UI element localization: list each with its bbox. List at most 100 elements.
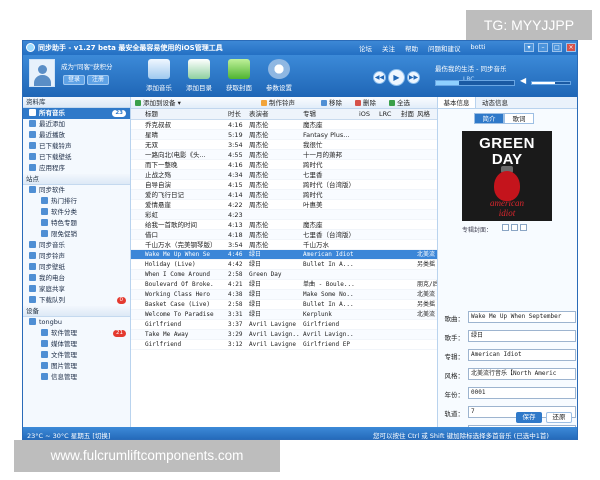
sidebar-item[interactable]: 所有音乐 23: [23, 108, 130, 119]
sidebar-item[interactable]: 同步铃声: [23, 251, 130, 262]
register-button[interactable]: 注册: [87, 75, 110, 85]
info-field-input[interactable]: American Idiot: [468, 349, 576, 361]
table-row[interactable]: Working Class Hero 4:38 绿日 Make Some No... 北…: [131, 290, 437, 300]
cell-artist: 周杰伦: [249, 201, 269, 209]
link-follow[interactable]: 关注: [382, 43, 395, 53]
cover-remove-icon[interactable]: [520, 224, 527, 231]
table-row[interactable]: 给我一首歌的时间 4:13 周杰伦 魔杰座: [131, 220, 437, 230]
sidebar-item[interactable]: 最近添加: [23, 119, 130, 130]
table-row[interactable]: Boulevard Of Broke... 4:21 绿日 单曲 - Boule...…: [131, 280, 437, 290]
table-row[interactable]: 自导自演 4:15 周杰伦 跨时代（台湾版）: [131, 180, 437, 190]
column-header[interactable]: 时长: [228, 109, 248, 120]
info-field-input[interactable]: 0001: [468, 387, 576, 399]
cover-change-icon[interactable]: [511, 224, 518, 231]
sidebar-item[interactable]: 家庭共享: [23, 284, 130, 295]
table-row[interactable]: 爱的飞行日记 4:14 周杰伦 跨时代: [131, 190, 437, 200]
avatar[interactable]: [29, 59, 55, 87]
table-row[interactable]: 借口 4:18 周杰伦 七里香（台湾版）: [131, 230, 437, 240]
album-cover[interactable]: GREEN DAY american idiot: [462, 131, 552, 221]
sidebar-item[interactable]: 我的电台: [23, 273, 130, 284]
add-to-device-button[interactable]: 添加到设备 ▾: [135, 97, 181, 109]
sidebar-item[interactable]: 信息管理: [23, 372, 130, 383]
table-row[interactable]: 彩虹 4:23: [131, 210, 437, 220]
sidebar-item[interactable]: 特色专题: [23, 218, 130, 229]
table-row[interactable]: 星晴 5:19 周杰伦 Fantasy Plus...: [131, 130, 437, 140]
save-button[interactable]: 保存: [516, 412, 542, 423]
close-icon[interactable]: ×: [566, 43, 576, 52]
volume-slider[interactable]: [531, 81, 571, 85]
link-feedback[interactable]: 问题和建议: [428, 43, 461, 53]
link-help[interactable]: 帮助: [405, 43, 418, 53]
table-row[interactable]: 爱情悬崖 4:22 周杰伦 叶惠美: [131, 200, 437, 210]
sidebar-item[interactable]: 已下载壁纸: [23, 152, 130, 163]
info-field-input[interactable]: Wake Me Up When September: [468, 311, 576, 323]
sidebar-item[interactable]: 媒体管理: [23, 339, 130, 350]
table-row[interactable]: 止战之殇 4:34 周杰伦 七里香: [131, 170, 437, 180]
delete-button[interactable]: 删除: [355, 97, 376, 109]
volume-icon[interactable]: ◀: [520, 76, 526, 85]
table-row[interactable]: Basket Case (Live) 2:58 绿日 Bullet In A... 另类…: [131, 300, 437, 310]
sidebar-item[interactable]: 下载队列 0: [23, 295, 130, 306]
next-track-icon[interactable]: ▶▶: [407, 71, 420, 84]
subtab-intro[interactable]: 简介: [474, 113, 504, 124]
cell-artist: 周杰伦: [249, 191, 269, 199]
table-row[interactable]: Holiday (Live) 4:42 绿日 Bullet In A... 另类摇: [131, 260, 437, 270]
weather-text[interactable]: 23°C ~ 30°C 星期五 [切换]: [27, 430, 110, 439]
sidebar-item[interactable]: 限免促销: [23, 229, 130, 240]
table-row[interactable]: 乔克叔叔 4:16 周杰伦 魔杰座: [131, 120, 437, 130]
tab-basic-info[interactable]: 基本信息: [438, 97, 476, 108]
maximize-icon[interactable]: □: [552, 43, 562, 52]
tab-dynamic-info[interactable]: 动态信息: [476, 97, 514, 108]
sidebar-item[interactable]: 文件管理: [23, 350, 130, 361]
get-cover-button[interactable]: 获取封面: [219, 58, 259, 94]
move-button[interactable]: 移除: [321, 97, 342, 109]
sidebar-item[interactable]: tongbu: [23, 317, 130, 328]
select-all-button[interactable]: 全选: [389, 97, 410, 109]
info-field-input[interactable]: 绿日: [468, 330, 576, 342]
table-row[interactable]: 一路向北(电影《头... 4:55 周杰伦 十一月的萧邦: [131, 150, 437, 160]
table-row[interactable]: 而下一整晚 4:16 周杰伦 跨时代: [131, 160, 437, 170]
column-header[interactable]: 风格: [417, 109, 437, 120]
link-user[interactable]: botti: [471, 43, 486, 53]
cover-zoom-icon[interactable]: [502, 224, 509, 231]
table-row[interactable]: Welcome To Paradise 3:31 绿日 Kerplunk 北美流: [131, 310, 437, 320]
skin-icon[interactable]: ▾: [524, 43, 534, 52]
table-row[interactable]: Girlfriend 3:12 Avril Lavigne Girlfriend EP: [131, 340, 437, 350]
sidebar-item[interactable]: 软件管理 21: [23, 328, 130, 339]
column-header[interactable]: LRC: [379, 109, 393, 120]
sidebar-item-icon: [29, 131, 36, 138]
link-forum[interactable]: 论坛: [359, 43, 372, 53]
column-header[interactable]: iOS: [359, 109, 371, 120]
table-row[interactable]: Girlfriend 3:37 Avril Lavigne Girlfriend: [131, 320, 437, 330]
make-ringtone-button[interactable]: 制作铃声: [261, 97, 295, 109]
minimize-icon[interactable]: –: [538, 43, 548, 52]
sidebar-item[interactable]: 软件分类: [23, 207, 130, 218]
column-header[interactable]: 专辑: [303, 109, 355, 120]
info-field-input[interactable]: 北美流行音乐【North Americ: [468, 368, 576, 380]
restore-button[interactable]: 还原: [546, 412, 572, 423]
sidebar-item[interactable]: 热门排行: [23, 196, 130, 207]
sidebar-item[interactable]: 应用程序: [23, 163, 130, 174]
table-row[interactable]: When I Come Around 2:58 Green Day: [131, 270, 437, 280]
login-button[interactable]: 登录: [63, 75, 86, 85]
playback-progress[interactable]: [435, 80, 515, 86]
sidebar-item[interactable]: 最近播放: [23, 130, 130, 141]
table-row[interactable]: Take Me Away 3:29 Avril Lavign... Avril Lav…: [131, 330, 437, 340]
column-header[interactable]: 标题: [145, 109, 215, 120]
add-music-button[interactable]: 添加音乐: [139, 58, 179, 94]
column-header[interactable]: 表演者: [249, 109, 299, 120]
sidebar-item[interactable]: 图片管理: [23, 361, 130, 372]
settings-button[interactable]: 参数设置: [259, 58, 299, 94]
table-row[interactable]: 无双 3:54 周杰伦 我很忙: [131, 140, 437, 150]
play-icon[interactable]: ▶: [388, 69, 405, 86]
table-row[interactable]: Wake Me Up When Se 4:46 绿日 American Idiot 北美…: [131, 250, 437, 260]
sidebar-item[interactable]: 同步壁纸: [23, 262, 130, 273]
column-header[interactable]: 封面: [401, 109, 414, 120]
add-folder-button[interactable]: 添加目录: [179, 58, 219, 94]
subtab-lyrics[interactable]: 歌词: [504, 113, 534, 124]
prev-track-icon[interactable]: ◀◀: [373, 71, 386, 84]
sidebar-item[interactable]: 同步音乐: [23, 240, 130, 251]
sidebar-item[interactable]: 同步软件: [23, 185, 130, 196]
table-row[interactable]: 千山万水（完美钢琴版） 3:54 周杰伦 千山万水: [131, 240, 437, 250]
sidebar-item[interactable]: 已下载铃声: [23, 141, 130, 152]
